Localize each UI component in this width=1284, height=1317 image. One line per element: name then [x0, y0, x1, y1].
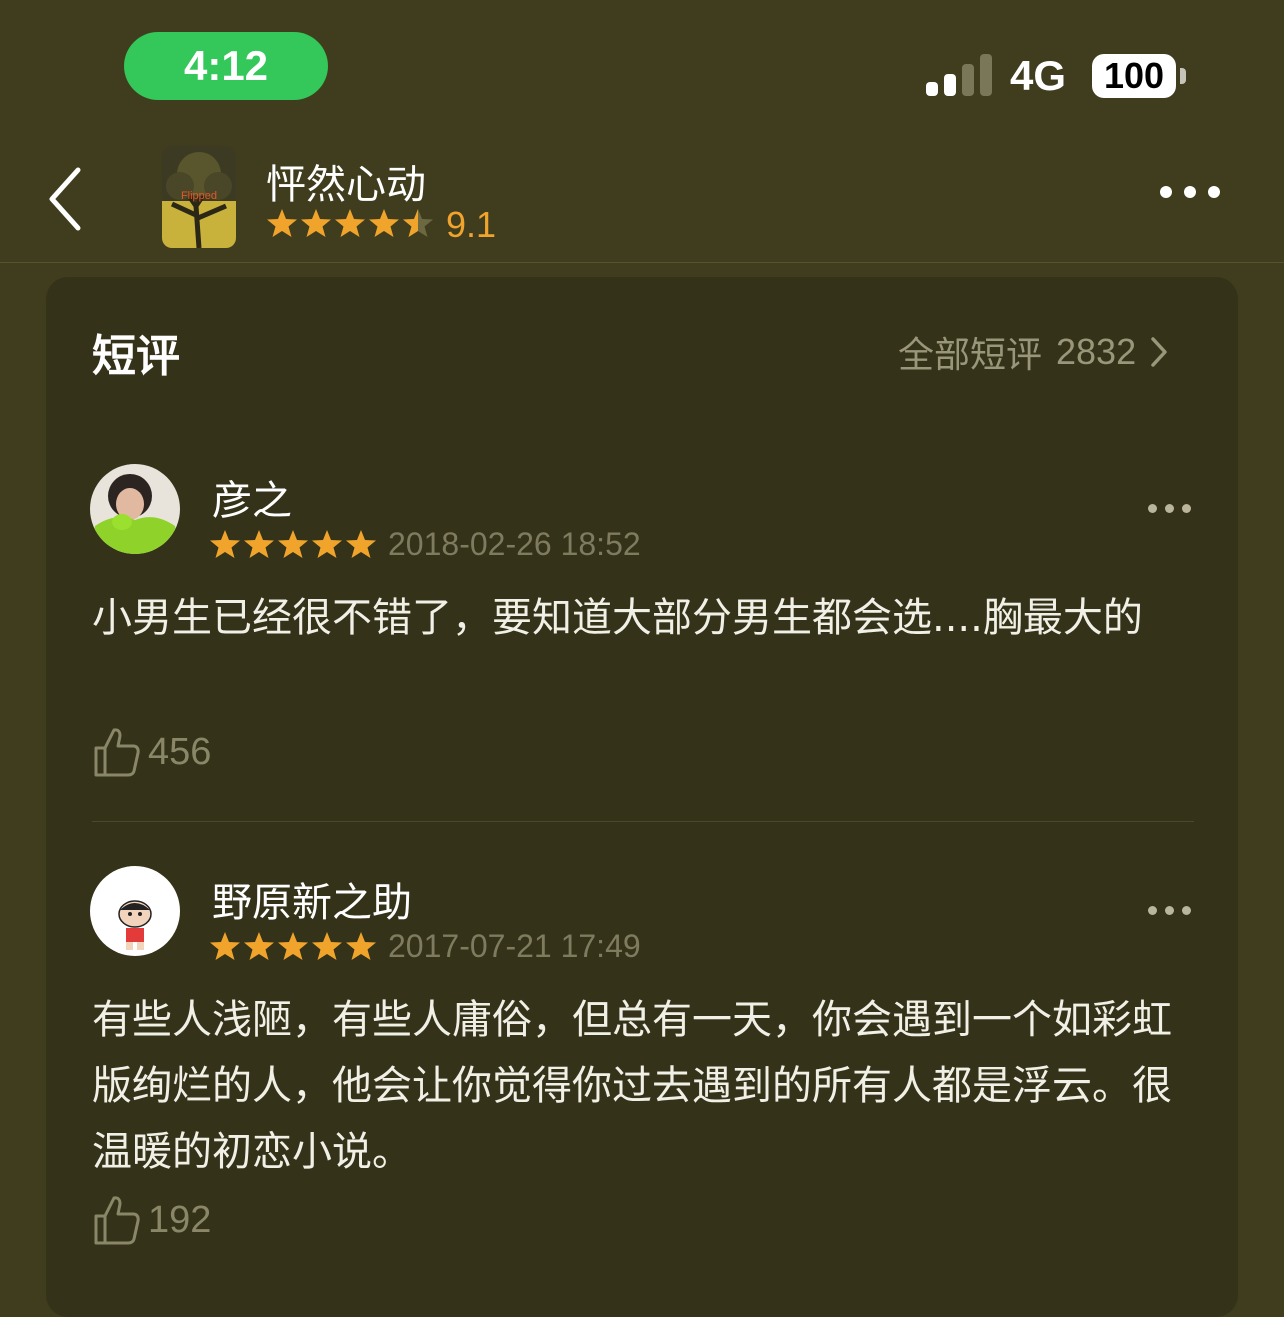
review-text: 小男生已经很不错了，要知道大部分男生都会选....胸最大的	[92, 595, 1143, 641]
review-date: 2018-02-26 18:52	[388, 526, 641, 562]
book-cover[interactable]: Flipped	[162, 146, 236, 248]
thumbs-up-icon	[94, 1196, 140, 1245]
star-icon	[244, 530, 274, 558]
more-icon[interactable]	[1160, 186, 1220, 198]
review-text: 有些人浅陋，有些人庸俗，但总有一天，你会遇到一个如彩虹版绚烂的人，他会让你觉得你…	[92, 997, 1172, 1175]
star-icon	[369, 209, 399, 237]
avatar[interactable]	[90, 866, 180, 956]
star-icon	[335, 209, 365, 237]
all-reviews-link[interactable]: 全部短评 2832	[898, 326, 1168, 378]
all-reviews-count: 2832	[1056, 331, 1137, 372]
more-icon[interactable]	[1148, 906, 1191, 915]
star-icon	[278, 932, 308, 960]
more-icon[interactable]	[1148, 504, 1191, 513]
signal-icon	[926, 54, 992, 96]
network-type: 4G	[1010, 52, 1067, 99]
star-icon	[210, 932, 240, 960]
star-icon	[267, 209, 297, 237]
like-count: 456	[148, 730, 212, 773]
battery-icon: 100	[1092, 54, 1176, 98]
review-stars	[210, 931, 376, 967]
like-count: 192	[148, 1198, 212, 1241]
book-score: 9.1	[446, 204, 497, 245]
star-icon	[244, 932, 274, 960]
all-reviews-label: 全部短评	[898, 335, 1043, 376]
star-icon	[278, 530, 308, 558]
review-date: 2017-07-21 17:49	[388, 928, 641, 964]
battery-tip	[1180, 68, 1186, 84]
battery-level: 100	[1103, 55, 1165, 96]
section-title: 短评	[92, 331, 180, 382]
star-icon	[312, 530, 342, 558]
review-divider	[92, 821, 1194, 822]
star-icon	[346, 530, 376, 558]
like-button[interactable]: 456	[92, 726, 211, 778]
like-button[interactable]: 192	[92, 1194, 211, 1246]
status-time: 4:12	[124, 32, 328, 100]
thumbs-up-icon	[94, 728, 140, 777]
header-divider	[0, 262, 1284, 263]
review-stars	[210, 529, 376, 565]
star-icon	[301, 209, 331, 237]
book-rating-stars	[266, 205, 436, 245]
star-icon	[210, 530, 240, 558]
review-username[interactable]: 彦之	[212, 468, 292, 526]
star-icon	[312, 932, 342, 960]
back-chevron-icon[interactable]	[40, 164, 100, 234]
book-title: 怦然心动	[266, 162, 426, 208]
cover-text: Flipped	[181, 190, 217, 202]
avatar[interactable]	[90, 464, 180, 554]
review-username[interactable]: 野原新之助	[212, 870, 412, 928]
chevron-right-icon	[1151, 337, 1167, 367]
star-icon	[346, 932, 376, 960]
